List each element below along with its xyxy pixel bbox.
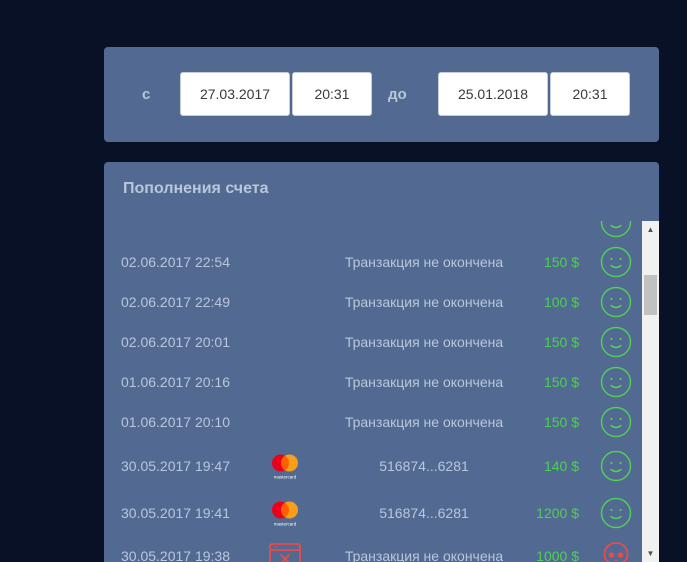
- deposit-description: 516874...6281: [379, 457, 469, 474]
- deposit-row: 02.06.2017 20:01 Транзакция не окончена 15…: [104, 322, 642, 362]
- deposit-row: 30.05.2017 19:41 mastercard 516874...6281 1…: [104, 489, 642, 536]
- deposit-description: Транзакция не окончена: [344, 294, 504, 310]
- deposit-description: Транзакция не окончена: [344, 548, 504, 562]
- scroll-down-button[interactable]: ▼: [642, 545, 659, 562]
- mastercard-icon: mastercard: [268, 489, 302, 536]
- to-time-input[interactable]: [550, 72, 630, 116]
- deposit-date: 30.05.2017 19:41: [121, 504, 230, 521]
- from-label: с: [142, 86, 151, 103]
- deposit-description: Транзакция не окончена: [344, 334, 504, 350]
- scrollbar-thumb[interactable]: [644, 275, 657, 315]
- to-date-input[interactable]: [438, 72, 548, 116]
- deposit-row: 30.05.2017 19:47 mastercard 516874...6281 1…: [104, 442, 642, 489]
- deposit-date: 02.06.2017 22:49: [121, 294, 230, 310]
- deposit-description: Транзакция не окончена: [344, 414, 504, 430]
- deposit-date: 30.05.2017 19:38: [121, 548, 230, 562]
- window-error-icon: [268, 536, 302, 562]
- mastercard-caption: mastercard: [274, 521, 297, 526]
- mastercard-icon: mastercard: [268, 442, 302, 489]
- deposit-row-partial: [104, 221, 642, 242]
- deposit-date: 01.06.2017 20:10: [121, 414, 230, 430]
- smiley-icon: [600, 242, 632, 282]
- deposit-amount: 150 $: [543, 334, 579, 350]
- deposit-amount: 150 $: [543, 254, 579, 270]
- skull-icon: [600, 536, 632, 562]
- from-date-input[interactable]: [180, 72, 290, 116]
- deposit-description: Транзакция не окончена: [344, 374, 504, 390]
- deposit-row: 02.06.2017 22:49 Транзакция не окончена 10…: [104, 282, 642, 322]
- deposit-description: Транзакция не окончена: [344, 254, 504, 270]
- smiley-icon: [600, 402, 632, 442]
- mastercard-caption: mastercard: [274, 474, 297, 479]
- arrow-down-icon: ▼: [646, 548, 655, 558]
- deposit-amount: 140 $: [543, 457, 579, 474]
- arrow-up-icon: ▲: [646, 224, 655, 234]
- deposit-amount: 150 $: [543, 414, 579, 430]
- deposits-list[interactable]: 02.06.2017 22:54 Транзакция не окончена 15…: [104, 221, 642, 562]
- scroll-up-button[interactable]: ▲: [642, 221, 659, 238]
- deposit-row: 01.06.2017 20:10 Транзакция не окончена 15…: [104, 402, 642, 442]
- smiley-icon: [600, 221, 632, 242]
- from-time-input[interactable]: [292, 72, 372, 116]
- deposit-amount: 150 $: [543, 374, 579, 390]
- deposit-date: 02.06.2017 20:01: [121, 334, 230, 350]
- scrollbar[interactable]: ▲ ▼: [642, 221, 659, 562]
- smiley-icon: [600, 322, 632, 362]
- deposit-amount: 100 $: [543, 294, 579, 310]
- deposit-amount: 1000 $: [536, 548, 579, 562]
- smiley-icon: [600, 489, 632, 536]
- deposit-row: 30.05.2017 19:38 Транзакция не окончена 10…: [104, 536, 642, 562]
- smiley-icon: [600, 362, 632, 402]
- deposit-amount: 1200 $: [536, 504, 579, 521]
- smiley-icon: [600, 282, 632, 322]
- smiley-icon: [600, 442, 632, 489]
- deposit-row: 01.06.2017 20:16 Транзакция не окончена 15…: [104, 362, 642, 402]
- to-label: до: [388, 86, 407, 103]
- deposit-description: 516874...6281: [379, 504, 469, 521]
- deposit-row: 02.06.2017 22:54 Транзакция не окончена 15…: [104, 242, 642, 282]
- deposit-date: 02.06.2017 22:54: [121, 254, 230, 270]
- deposit-date: 30.05.2017 19:47: [121, 457, 230, 474]
- deposit-date: 01.06.2017 20:16: [121, 374, 230, 390]
- deposits-panel: Пополнения счета 02.06.2017 22:54 Транзак…: [104, 162, 659, 562]
- deposits-title: Пополнения счета: [123, 180, 269, 197]
- date-filter-panel: с до: [104, 47, 659, 142]
